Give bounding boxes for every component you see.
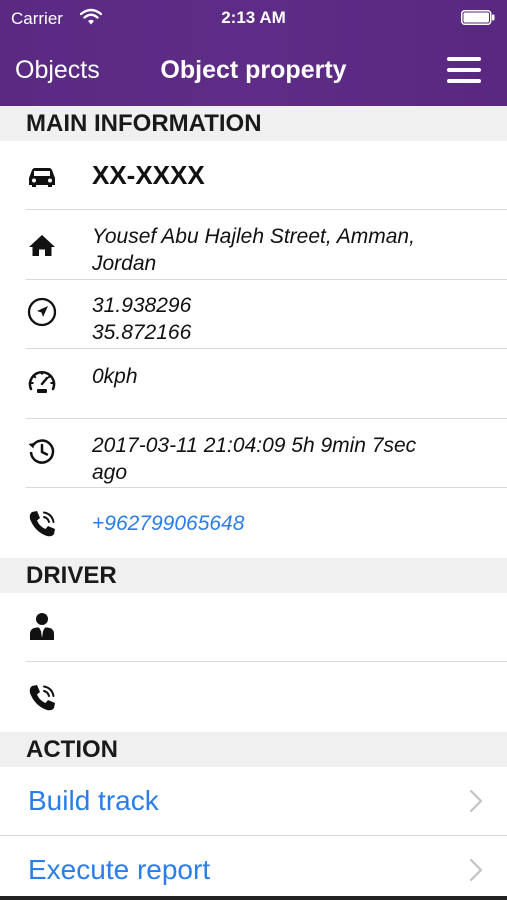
speed-row: 0kph bbox=[0, 349, 507, 419]
driver-name-row bbox=[0, 593, 507, 662]
hamburger-icon-bar bbox=[447, 79, 481, 83]
history-clock-icon bbox=[28, 439, 55, 464]
address-row: Yousef Abu Hajleh Street, Amman, Jordan bbox=[0, 210, 507, 280]
section-header-driver: DRIVER bbox=[0, 558, 507, 593]
car-icon bbox=[29, 168, 55, 187]
home-icon bbox=[29, 235, 55, 256]
status-bar: Carrier 2:13 AM bbox=[0, 0, 507, 36]
section-header-main-information: MAIN INFORMATION bbox=[0, 106, 507, 141]
address-line-2: Jordan bbox=[92, 252, 157, 275]
last-update-line-1: 2017-03-11 21:04:09 5h 9min 7sec bbox=[92, 434, 417, 457]
longitude: 35.872166 bbox=[92, 321, 192, 344]
section-title: DRIVER bbox=[26, 562, 117, 589]
chevron-right-icon bbox=[469, 789, 483, 813]
chevron-right-icon bbox=[469, 858, 483, 882]
section-title: ACTION bbox=[26, 736, 118, 763]
phone-row[interactable]: +962799065648 bbox=[0, 488, 507, 558]
hamburger-icon-bar bbox=[447, 57, 481, 61]
location-arrow-icon bbox=[27, 297, 57, 327]
coordinates-row: 31.938296 35.872166 bbox=[0, 280, 507, 349]
driver-person-icon bbox=[30, 613, 54, 640]
speedometer-icon bbox=[28, 371, 56, 393]
last-update-row: 2017-03-11 21:04:09 5h 9min 7sec ago bbox=[0, 419, 507, 488]
latitude: 31.938296 bbox=[92, 294, 192, 317]
execute-report-label: Execute report bbox=[28, 854, 211, 885]
vehicle-name: XX-XXXX bbox=[92, 160, 205, 190]
build-track-label: Build track bbox=[28, 785, 159, 816]
phone-icon bbox=[29, 685, 55, 711]
phone-number-link[interactable]: +962799065648 bbox=[92, 510, 483, 538]
menu-button[interactable] bbox=[447, 57, 481, 84]
battery-icon bbox=[461, 10, 495, 25]
last-update-line-2: ago bbox=[92, 461, 128, 484]
clock: 2:13 AM bbox=[221, 8, 286, 27]
execute-report-button[interactable]: Execute report bbox=[0, 836, 507, 900]
address-line-1: Yousef Abu Hajleh Street, Amman, bbox=[92, 225, 415, 248]
speed-value: 0kph bbox=[92, 365, 138, 388]
page-title: Object property bbox=[160, 56, 347, 84]
bottom-edge bbox=[0, 896, 507, 900]
driver-phone-row[interactable] bbox=[0, 662, 507, 732]
vehicle-name-row: XX-XXXX bbox=[0, 141, 507, 210]
phone-icon bbox=[29, 511, 55, 537]
hamburger-icon-bar bbox=[447, 68, 481, 72]
section-header-action: ACTION bbox=[0, 732, 507, 767]
section-title: MAIN INFORMATION bbox=[26, 110, 262, 137]
build-track-button[interactable]: Build track bbox=[0, 767, 507, 836]
top-bar: Carrier 2:13 AM Objects Object property bbox=[0, 0, 507, 106]
